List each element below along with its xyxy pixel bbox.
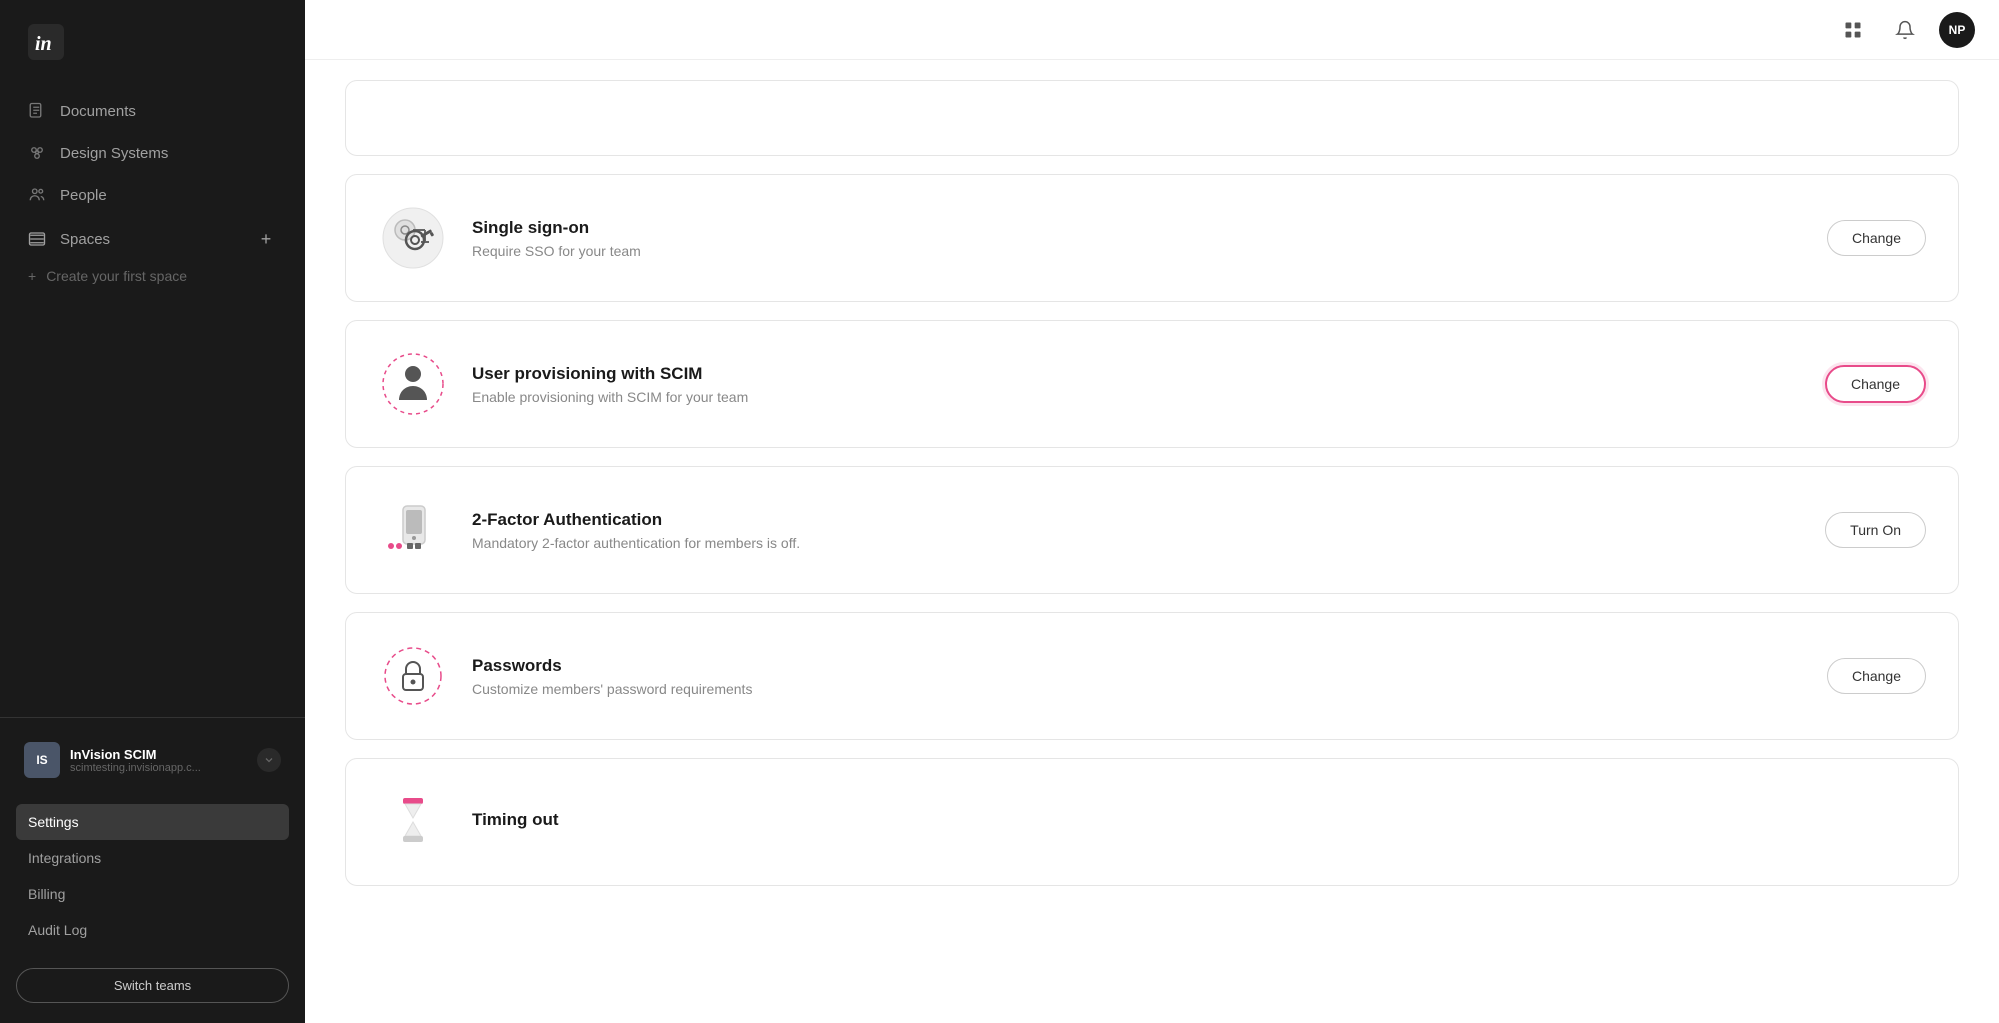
sidebar-item-documents-label: Documents: [60, 103, 136, 120]
menu-item-audit-log[interactable]: Audit Log: [16, 912, 289, 948]
billing-label: Billing: [28, 886, 65, 902]
main-content: NP: [305, 0, 1999, 1023]
timing-out-title: Timing out: [472, 810, 1926, 830]
scim-action: Change: [1825, 365, 1926, 403]
passwords-description: Customize members' password requirements: [472, 681, 1803, 697]
notifications-button[interactable]: [1887, 12, 1923, 48]
bell-icon: [1895, 20, 1915, 40]
chevron-down-icon: [263, 754, 275, 766]
2fa-turn-on-button[interactable]: Turn On: [1825, 512, 1926, 548]
passwords-action: Change: [1827, 658, 1926, 694]
scim-icon: [378, 349, 448, 419]
scim-title: User provisioning with SCIM: [472, 364, 1801, 384]
create-first-space-button[interactable]: + Create your first space: [0, 262, 305, 296]
sso-icon: [378, 203, 448, 273]
scim-change-button[interactable]: Change: [1825, 365, 1926, 403]
passwords-title: Passwords: [472, 656, 1803, 676]
menu-item-settings[interactable]: Settings: [16, 804, 289, 840]
settings-menu: Settings Integrations Billing Audit Log: [0, 804, 305, 956]
sidebar: in Documents Design Systems: [0, 0, 305, 1023]
team-name: InVision SCIM: [70, 747, 247, 762]
grid-icon: [1843, 20, 1863, 40]
design-systems-icon: [28, 144, 46, 162]
2fa-action: Turn On: [1825, 512, 1926, 548]
2fa-title: 2-Factor Authentication: [472, 510, 1801, 530]
team-details: InVision SCIM scimtesting.invisionapp.c.…: [70, 747, 247, 774]
passwords-icon: [378, 641, 448, 711]
passwords-change-button[interactable]: Change: [1827, 658, 1926, 694]
partial-settings-card: [345, 80, 1959, 156]
2fa-text: 2-Factor Authentication Mandatory 2-fact…: [472, 510, 1801, 551]
2fa-card: 2-Factor Authentication Mandatory 2-fact…: [345, 466, 1959, 594]
user-avatar-button[interactable]: NP: [1939, 12, 1975, 48]
sso-title: Single sign-on: [472, 218, 1803, 238]
user-initials: NP: [1949, 23, 1966, 37]
logo[interactable]: in: [0, 0, 305, 80]
sso-text: Single sign-on Require SSO for your team: [472, 218, 1803, 259]
2fa-icon: [378, 495, 448, 565]
header: NP: [305, 0, 1999, 60]
team-avatar: IS: [24, 742, 60, 778]
svg-text:in: in: [35, 33, 52, 55]
team-url: scimtesting.invisionapp.c...: [70, 762, 247, 774]
sidebar-item-design-systems-label: Design Systems: [60, 145, 168, 162]
scim-text: User provisioning with SCIM Enable provi…: [472, 364, 1801, 405]
add-space-button[interactable]: +: [255, 228, 277, 250]
settings-label: Settings: [28, 814, 79, 830]
timing-out-text: Timing out: [472, 810, 1926, 835]
scim-description: Enable provisioning with SCIM for your t…: [472, 389, 1801, 405]
menu-item-integrations[interactable]: Integrations: [16, 840, 289, 876]
sso-description: Require SSO for your team: [472, 243, 1803, 259]
2fa-description: Mandatory 2-factor authentication for me…: [472, 535, 1801, 551]
create-first-space-label: Create your first space: [46, 268, 187, 284]
spaces-label: Spaces: [60, 231, 110, 248]
grid-view-button[interactable]: [1835, 12, 1871, 48]
sidebar-item-people-label: People: [60, 187, 107, 204]
spaces-icon: [28, 230, 46, 248]
team-section: IS InVision SCIM scimtesting.invisionapp…: [0, 717, 305, 804]
scim-card: User provisioning with SCIM Enable provi…: [345, 320, 1959, 448]
plus-icon: +: [28, 268, 36, 284]
sidebar-item-design-systems[interactable]: Design Systems: [0, 132, 305, 174]
spaces-section-header: Spaces +: [0, 216, 305, 262]
timing-out-card: Timing out: [345, 758, 1959, 886]
switch-teams-button[interactable]: Switch teams: [16, 968, 289, 1003]
timing-out-icon: [378, 787, 448, 857]
menu-item-billing[interactable]: Billing: [16, 876, 289, 912]
audit-log-label: Audit Log: [28, 922, 87, 938]
team-dropdown-button[interactable]: [257, 748, 281, 772]
settings-content: Single sign-on Require SSO for your team…: [305, 60, 1999, 1023]
integrations-label: Integrations: [28, 850, 101, 866]
sso-card: Single sign-on Require SSO for your team…: [345, 174, 1959, 302]
people-icon: [28, 186, 46, 204]
team-info-row: IS InVision SCIM scimtesting.invisionapp…: [16, 734, 289, 786]
passwords-card: Passwords Customize members' password re…: [345, 612, 1959, 740]
sso-action: Change: [1827, 220, 1926, 256]
sso-change-button[interactable]: Change: [1827, 220, 1926, 256]
sidebar-item-people[interactable]: People: [0, 174, 305, 216]
sidebar-navigation: Documents Design Systems People: [0, 80, 305, 717]
passwords-text: Passwords Customize members' password re…: [472, 656, 1803, 697]
sidebar-item-documents[interactable]: Documents: [0, 90, 305, 132]
invision-logo-icon: in: [28, 24, 64, 60]
document-icon: [28, 102, 46, 120]
